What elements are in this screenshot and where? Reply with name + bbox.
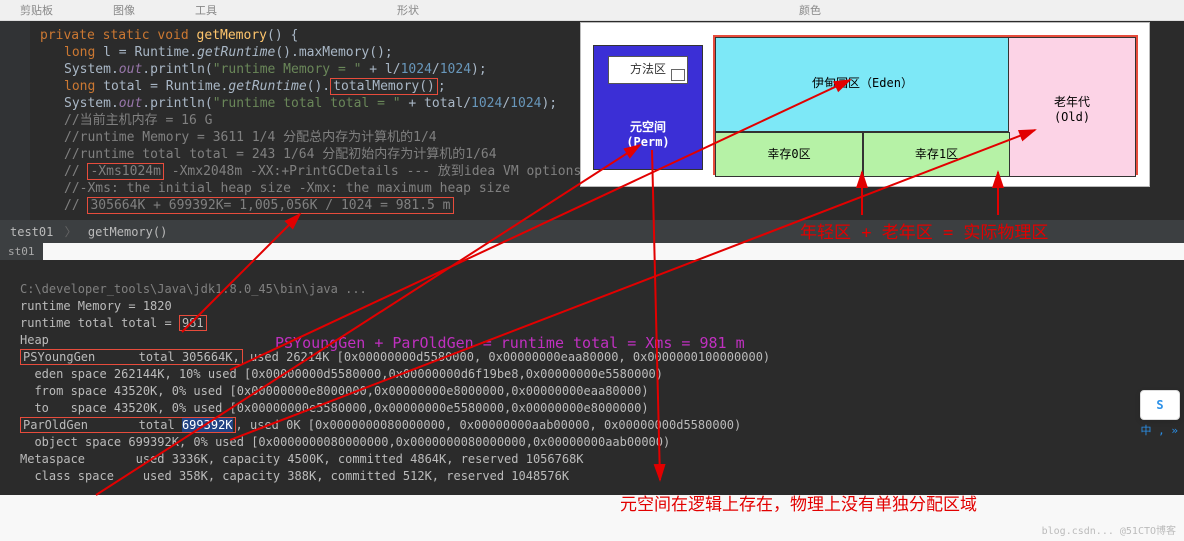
tab-image: 图像 bbox=[113, 2, 135, 18]
red-annot-metaspace: 元空间在逻辑上存在，物理上没有单独分配区域 bbox=[620, 490, 977, 515]
highlight-xms: -Xms1024m bbox=[87, 163, 163, 180]
run-console[interactable]: C:\developer_tools\Java\jdk1.8.0_45\bin\… bbox=[0, 260, 1184, 495]
old-region: 老年代(Old) bbox=[1008, 37, 1136, 177]
top-toolbar: 剪贴板 图像 工具 形状 颜色 bbox=[0, 0, 1184, 21]
run-tab[interactable]: st01 bbox=[0, 243, 43, 260]
console-line: object space 699392K, 0% used [0x0000000… bbox=[20, 435, 670, 449]
console-line: class space used 358K, capacity 388K, co… bbox=[20, 469, 569, 483]
highlight-calc: 305664K + 699392K= 1,005,056K / 1024 = 9… bbox=[87, 197, 453, 214]
console-path: C:\developer_tools\Java\jdk1.8.0_45\bin\… bbox=[20, 282, 367, 296]
highlight-psyounggen: PSYoungGen total 305664K, bbox=[20, 349, 243, 365]
console-line: eden space 262144K, 10% used [0x00000000… bbox=[20, 367, 663, 381]
ime-text: 中 , » bbox=[1141, 422, 1179, 438]
ime-badge[interactable]: S bbox=[1140, 390, 1180, 420]
console-line: Heap bbox=[20, 333, 49, 347]
red-annot-physical: 年轻区 + 老年区 = 实际物理区 bbox=[800, 218, 1048, 243]
method-area: 方法区 bbox=[608, 56, 688, 84]
perm-label-1: 元空间 bbox=[630, 120, 666, 134]
ime-logo-icon: S bbox=[1156, 398, 1163, 412]
heap-region: 伊甸园区（Eden） 老年代(Old) 幸存0区 幸存1区 bbox=[713, 35, 1138, 175]
console-line: runtime total total = 981 bbox=[20, 315, 207, 331]
survivor0-region: 幸存0区 bbox=[715, 132, 863, 177]
pink-formula: PSYoungGen + ParOldGen = runtime total =… bbox=[275, 334, 745, 352]
console-line: from space 43520K, 0% used [0x00000000e8… bbox=[20, 384, 649, 398]
tab-shape: 形状 bbox=[397, 2, 419, 18]
tab-color: 颜色 bbox=[799, 2, 821, 18]
tab-tools: 工具 bbox=[195, 2, 217, 18]
highlight-981: 981 bbox=[179, 315, 207, 331]
chevron-right-icon: 〉 bbox=[65, 225, 77, 239]
code-line: // 305664K + 699392K= 1,005,056K / 1024 … bbox=[40, 197, 1184, 214]
breadcrumb-method[interactable]: getMemory() bbox=[88, 225, 167, 239]
breadcrumb-class[interactable]: test01 bbox=[10, 225, 53, 239]
editor-gutter bbox=[0, 21, 30, 220]
heap-diagram: 方法区 元空间 (Perm) 伊甸园区（Eden） 老年代(Old) 幸存0区 … bbox=[580, 22, 1150, 187]
tab-clipboard: 剪贴板 bbox=[20, 2, 53, 18]
perm-label-2: (Perm) bbox=[626, 135, 669, 149]
highlight-paroldgen: ParOldGen total 699392K bbox=[20, 417, 236, 433]
watermark: blog.csdn... @51CTO博客 bbox=[1042, 522, 1176, 537]
console-line: ParOldGen total 699392K, used 0K [0x0000… bbox=[20, 417, 741, 433]
perm-region: 方法区 元空间 (Perm) bbox=[593, 45, 703, 170]
eden-region: 伊甸园区（Eden） bbox=[715, 37, 1010, 132]
console-line: to space 43520K, 0% used [0x00000000e558… bbox=[20, 401, 649, 415]
console-line: Metaspace used 3336K, capacity 4500K, co… bbox=[20, 452, 584, 466]
survivor1-region: 幸存1区 bbox=[863, 132, 1010, 177]
console-line: runtime Memory = 1820 bbox=[20, 299, 172, 313]
highlight-totalmemory: totalMemory() bbox=[330, 78, 438, 95]
